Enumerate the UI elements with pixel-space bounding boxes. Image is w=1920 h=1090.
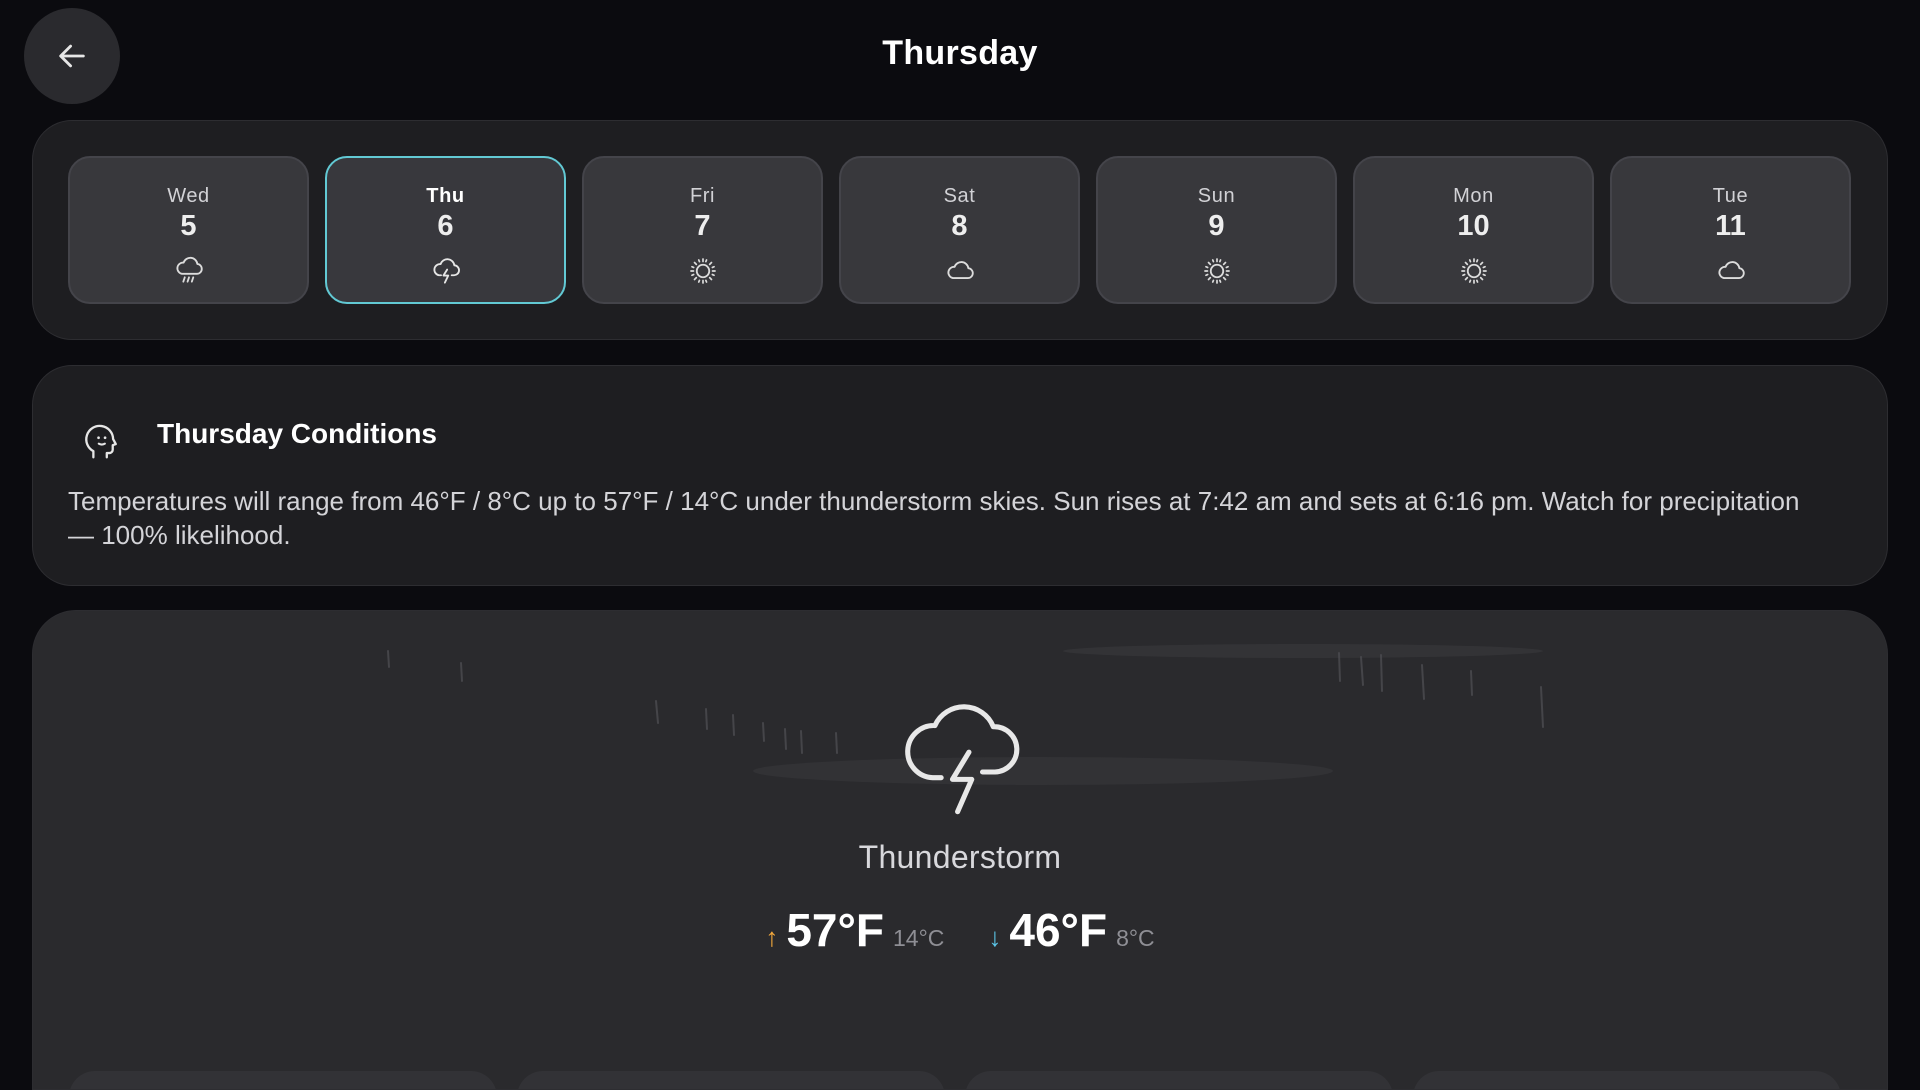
- day-name: Thu: [426, 185, 465, 207]
- day-name: Wed: [167, 185, 210, 207]
- stat-tile: [517, 1071, 945, 1089]
- sun-icon: [1457, 254, 1491, 288]
- high-temp-celsius: 14°C: [893, 925, 945, 951]
- conditions-title: Thursday Conditions: [157, 418, 437, 449]
- condition-label: Thunderstorm: [858, 839, 1062, 875]
- day-card-thu[interactable]: Thu 6: [325, 156, 566, 304]
- day-date: 6: [437, 210, 454, 242]
- arrow-down-icon: ↓: [988, 922, 1002, 952]
- day-date: 8: [951, 210, 968, 242]
- high-temperature: ↑ 57°F 14°C: [765, 903, 944, 957]
- day-name: Fri: [689, 185, 716, 207]
- conditions-card: Thursday Conditions Temperatures will ra…: [32, 365, 1888, 586]
- low-temp-celsius: 8°C: [1116, 925, 1155, 951]
- cloud-icon: [943, 254, 977, 288]
- day-card-sat[interactable]: Sat 8: [839, 156, 1080, 304]
- day-name: Sun: [1197, 185, 1236, 207]
- day-name: Mon: [1453, 185, 1494, 207]
- day-card-tue[interactable]: Tue 11: [1610, 156, 1851, 304]
- stat-tile: [69, 1071, 497, 1089]
- cloud-rain-icon: [172, 254, 206, 288]
- page-title: Thursday: [882, 34, 1038, 72]
- conditions-description: Temperatures will range from 46°F / 8°C …: [68, 486, 1800, 550]
- day-date: 5: [180, 210, 197, 242]
- sun-icon: [1200, 254, 1234, 288]
- low-temp-fahrenheit: 46°F: [1009, 904, 1108, 956]
- day-date: 11: [1715, 210, 1746, 242]
- day-card-sun[interactable]: Sun 9: [1096, 156, 1337, 304]
- stat-tile: [965, 1071, 1393, 1089]
- cloud-lightning-icon: [905, 704, 1020, 815]
- weather-hero-card: Thunderstorm ↑ 57°F 14°C ↓ 46°F 8°C: [32, 610, 1888, 1090]
- low-temperature: ↓ 46°F 8°C: [988, 903, 1154, 957]
- stat-tile: [1413, 1071, 1841, 1089]
- cloud-icon: [1714, 254, 1748, 288]
- day-card-wed[interactable]: Wed 5: [68, 156, 309, 304]
- day-date: 7: [694, 210, 711, 242]
- high-temp-fahrenheit: 57°F: [786, 904, 884, 956]
- day-date: 10: [1457, 210, 1490, 242]
- day-date: 9: [1208, 210, 1225, 242]
- day-name: Sat: [943, 185, 976, 207]
- cloud-lightning-icon: [429, 254, 463, 288]
- day-name: Tue: [1712, 185, 1749, 207]
- head-thinking-icon: [85, 424, 117, 459]
- top-bar: Thursday: [0, 0, 1920, 112]
- sun-icon: [686, 254, 720, 288]
- arrow-up-icon: ↑: [765, 922, 779, 952]
- day-card-fri[interactable]: Fri 7: [582, 156, 823, 304]
- day-card-mon[interactable]: Mon 10: [1353, 156, 1594, 304]
- temperature-range: ↑ 57°F 14°C ↓ 46°F 8°C: [33, 903, 1887, 957]
- week-selector: Wed 5 Thu 6 Fri 7 Sat 8 Sun 9 Mon 10 Tue…: [32, 120, 1888, 340]
